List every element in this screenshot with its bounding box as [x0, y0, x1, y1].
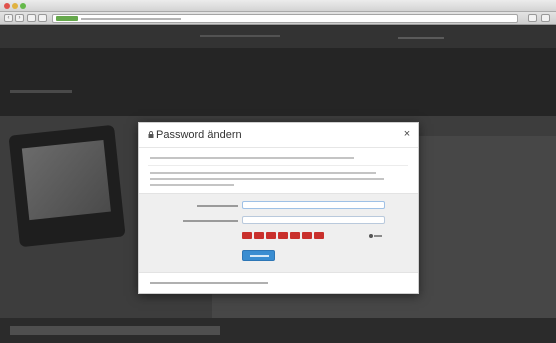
close-window-button[interactable] — [4, 3, 10, 9]
dialog-description-line — [150, 184, 234, 186]
dialog-description-line — [150, 178, 384, 180]
sidebar-toggle-button[interactable] — [27, 14, 36, 22]
browser-titlebar — [0, 0, 556, 12]
page-headline — [10, 326, 220, 335]
url-text — [81, 18, 181, 20]
nav-link[interactable] — [10, 90, 72, 93]
site-navigation — [0, 48, 556, 116]
header-account-link[interactable] — [398, 37, 444, 39]
strength-segment — [302, 232, 312, 239]
screen: ‹ › Password ändern × — [0, 0, 556, 343]
dialog-header: Password ändern × — [139, 123, 418, 148]
strength-segment — [314, 232, 324, 239]
lock-icon — [148, 131, 154, 138]
submit-button-label — [250, 255, 269, 257]
strength-segment — [242, 232, 252, 239]
new-password-input[interactable] — [242, 201, 385, 209]
dialog-title: Password ändern — [156, 129, 242, 141]
share-button[interactable] — [38, 14, 47, 22]
dialog-intro-text — [150, 157, 354, 159]
dialog-description-line — [150, 172, 376, 174]
submit-button[interactable] — [242, 250, 275, 261]
downloads-button[interactable] — [541, 14, 550, 22]
forward-button[interactable]: › — [15, 14, 24, 22]
confirm-password-input[interactable] — [242, 216, 385, 224]
dialog-footer-links[interactable] — [150, 282, 268, 284]
help-icon[interactable] — [369, 234, 373, 238]
minimize-window-button[interactable] — [12, 3, 18, 9]
strength-segment — [278, 232, 288, 239]
password-form — [139, 193, 418, 273]
tablet-screen — [21, 139, 111, 221]
new-password-label — [197, 205, 238, 207]
help-link[interactable] — [374, 235, 382, 237]
strength-segment — [254, 232, 264, 239]
close-icon[interactable]: × — [402, 129, 412, 140]
address-bar[interactable] — [52, 14, 518, 23]
new-tab-button[interactable] — [528, 14, 537, 22]
change-password-dialog: Password ändern × — [138, 122, 419, 294]
zoom-window-button[interactable] — [20, 3, 26, 9]
tablet-image — [8, 124, 126, 248]
browser-toolbar: ‹ › — [0, 12, 556, 25]
strength-segment — [266, 232, 276, 239]
site-header — [0, 26, 556, 48]
strength-segment — [290, 232, 300, 239]
secure-connection-badge — [56, 16, 78, 21]
divider — [148, 165, 408, 166]
confirm-password-label — [183, 220, 238, 222]
back-button[interactable]: ‹ — [4, 14, 13, 22]
header-link[interactable] — [200, 35, 280, 37]
